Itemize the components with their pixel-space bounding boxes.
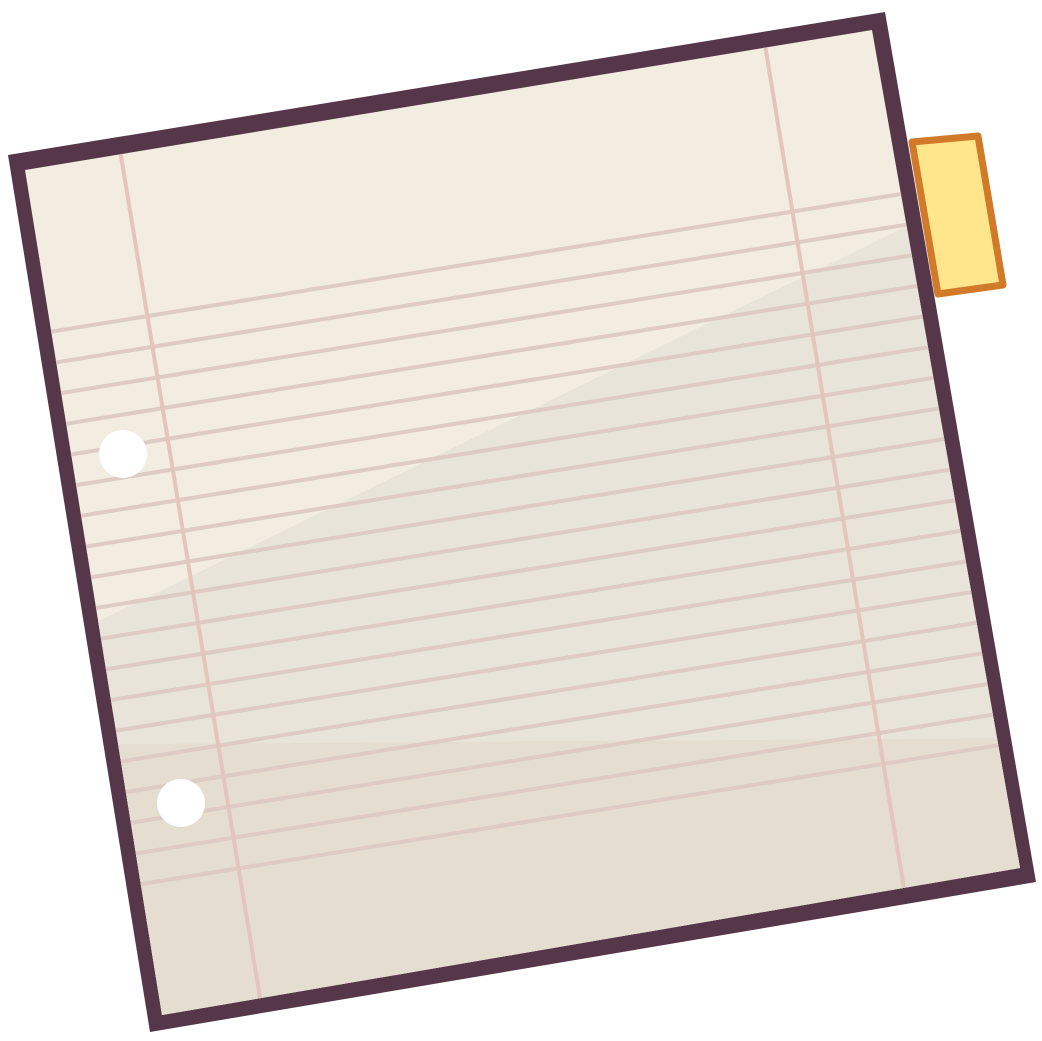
notepad-illustration xyxy=(8,12,1036,1032)
binder-hole xyxy=(157,779,205,827)
binder-hole xyxy=(99,430,147,478)
